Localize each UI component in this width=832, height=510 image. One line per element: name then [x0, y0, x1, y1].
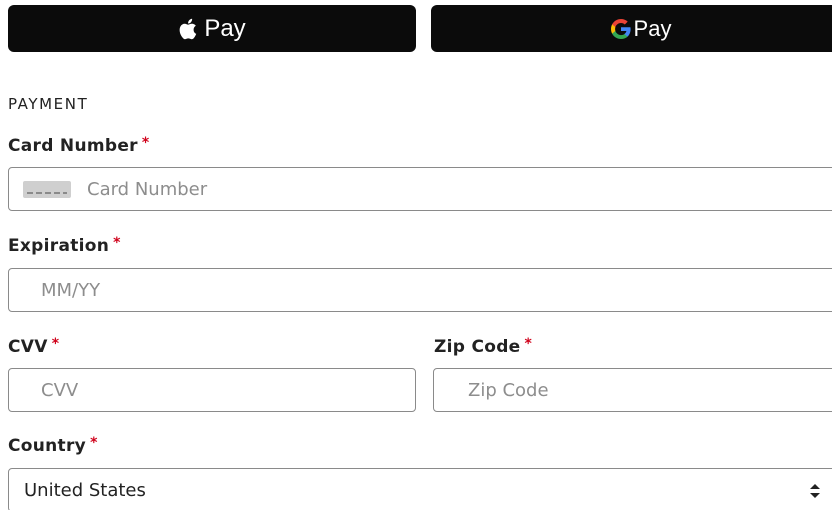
card-number-label: Card Number * — [8, 135, 150, 156]
section-title: PAYMENT — [8, 95, 89, 113]
apple-icon — [178, 17, 200, 41]
zip-code-label: Zip Code * — [434, 336, 533, 357]
cvv-label-text: CVV — [8, 337, 48, 357]
card-number-input[interactable] — [8, 167, 832, 211]
google-pay-button[interactable]: Pay — [431, 5, 832, 52]
apple-pay-button[interactable]: Pay — [8, 5, 416, 52]
required-marker: * — [113, 235, 121, 251]
card-number-label-text: Card Number — [8, 136, 138, 156]
country-label: Country * — [8, 435, 98, 456]
cvv-label: CVV * — [8, 336, 60, 357]
credit-card-icon — [23, 181, 71, 198]
country-selected-value: United States — [24, 480, 146, 501]
zip-code-input[interactable] — [433, 368, 832, 412]
required-marker: * — [524, 336, 533, 352]
expiration-label: Expiration * — [8, 235, 121, 256]
apple-pay-label: Pay — [204, 14, 246, 42]
required-marker: * — [141, 135, 150, 151]
google-pay-label: Pay — [633, 15, 672, 41]
required-marker: * — [90, 435, 98, 451]
country-select[interactable]: United States — [8, 468, 832, 510]
country-label-text: Country — [8, 436, 87, 456]
payment-form: Pay Pay PAYMENT Card Number* Expiration*… — [0, 0, 832, 510]
select-arrows-icon — [809, 483, 821, 499]
zip-code-label-text: Zip Code — [434, 337, 521, 357]
google-g-icon — [610, 18, 631, 39]
required-marker: * — [51, 336, 60, 352]
cvv-input[interactable] — [8, 368, 416, 412]
expiration-label-text: Expiration — [8, 236, 110, 256]
expiration-input[interactable] — [8, 268, 832, 312]
